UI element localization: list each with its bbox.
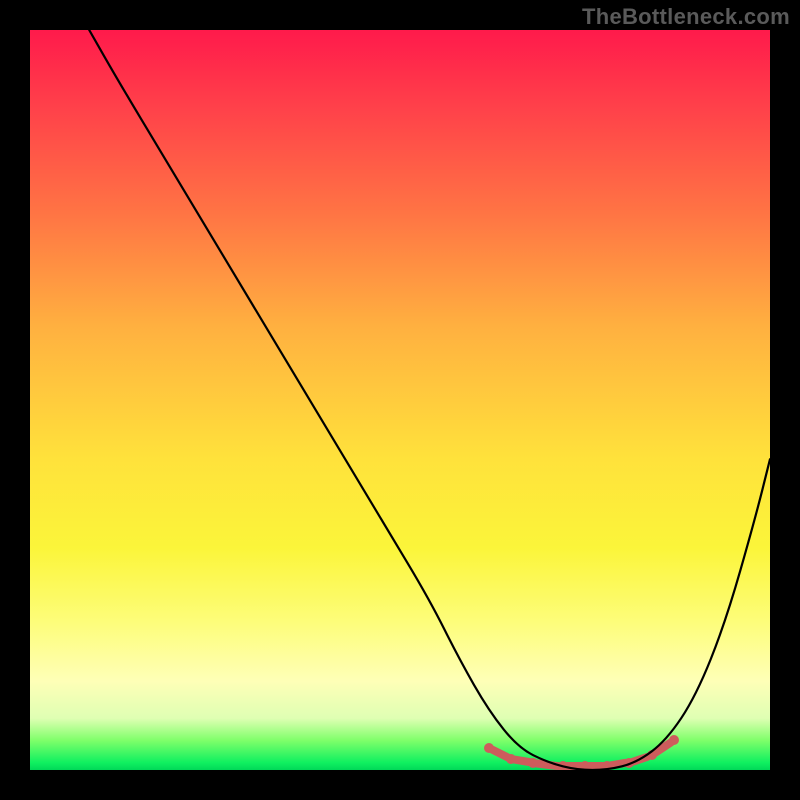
chart-container: TheBottleneck.com <box>0 0 800 800</box>
marker-dot <box>669 735 679 745</box>
watermark-label: TheBottleneck.com <box>582 4 790 30</box>
plot-area <box>30 30 770 770</box>
gradient-overlay <box>30 30 770 770</box>
